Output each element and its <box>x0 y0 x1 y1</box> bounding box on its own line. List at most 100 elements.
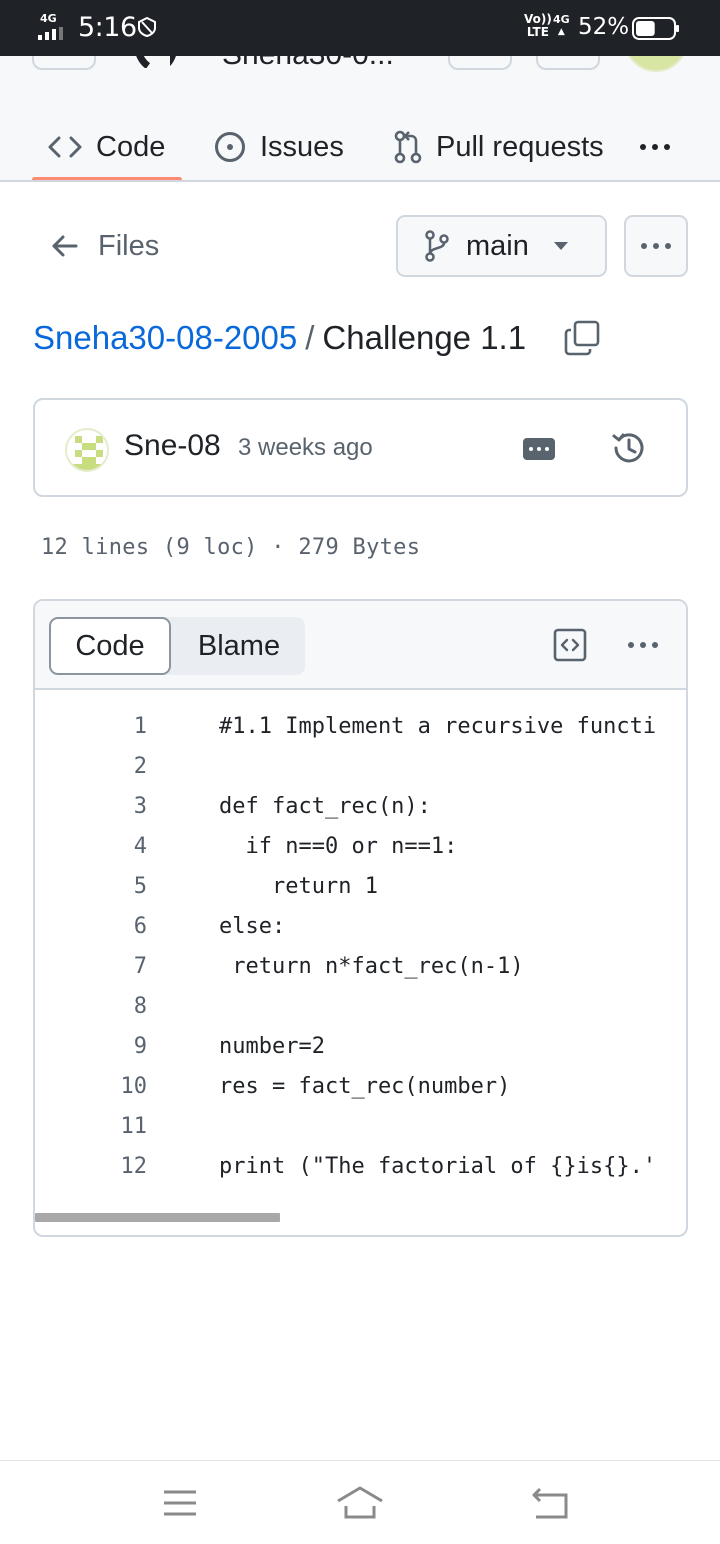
branch-name: main <box>466 229 529 262</box>
menu-button[interactable] <box>32 56 96 70</box>
search-button[interactable] <box>448 56 512 70</box>
more-dot <box>628 642 634 648</box>
commit-author[interactable]: Sne-08 <box>124 429 221 463</box>
code-viewer: Code Blame 1 #1.1 Implement a recursive f… <box>33 599 688 1237</box>
signal-bars-icon <box>38 27 63 40</box>
code-view-button[interactable]: Code <box>49 617 171 675</box>
line-number[interactable]: 11 <box>35 1107 148 1147</box>
menu-icon[interactable] <box>156 1485 204 1521</box>
files-label: Files <box>98 229 160 262</box>
git-pull-request-icon <box>394 130 422 164</box>
line-number[interactable]: 9 <box>35 1027 147 1067</box>
battery-fill <box>636 21 655 36</box>
repo-name[interactable]: Sneha30-0... <box>222 56 394 72</box>
file-code-icon[interactable] <box>553 628 587 662</box>
line-number[interactable]: 1 <box>35 707 147 747</box>
code-line: 10 res = fact_rec(number) <box>35 1067 686 1107</box>
data-indicator: 4G ▲ <box>553 13 570 39</box>
commit-message-toggle[interactable] <box>523 438 555 460</box>
line-number[interactable]: 3 <box>35 787 147 827</box>
tab-code-label: Code <box>96 130 166 163</box>
code-line: 11 <box>35 1107 686 1147</box>
system-navigation-bar <box>0 1460 720 1544</box>
home-icon[interactable] <box>336 1485 384 1521</box>
line-content: print ("The factorial of {}is{}.' <box>219 1154 657 1179</box>
more-dot <box>664 144 670 150</box>
more-dot <box>640 642 646 648</box>
network-indicator: 4G <box>38 12 72 40</box>
data-arrows-icon: ▲ <box>557 27 565 37</box>
data-4g-label: 4G <box>553 13 570 26</box>
horizontal-scrollbar[interactable] <box>35 1213 280 1222</box>
breadcrumb-owner-link[interactable]: Sneha30-08-2005 <box>33 319 297 357</box>
status-bar: 4G 5:16 Vo)) LTE 4G ▲ 52% <box>0 0 720 56</box>
volte-bottom-label: LTE <box>526 25 549 39</box>
code-line: 2 <box>35 747 686 787</box>
line-content: number=2 <box>219 1034 325 1059</box>
ellipsis-dot <box>529 447 533 451</box>
line-number[interactable]: 4 <box>35 827 147 867</box>
copy-icon[interactable] <box>564 320 600 356</box>
line-number[interactable]: 8 <box>35 987 147 1027</box>
breadcrumb: Sneha30-08-2005 / Challenge 1.1 <box>33 316 526 360</box>
more-dot <box>653 243 659 249</box>
notifications-button[interactable] <box>536 56 600 70</box>
git-branch-icon <box>425 230 449 262</box>
more-dot <box>652 144 658 150</box>
files-back-link[interactable]: Files <box>50 226 159 266</box>
tab-issues[interactable]: Issues <box>214 112 344 182</box>
battery-percent: 52% <box>578 14 630 40</box>
branch-selector[interactable]: main <box>396 215 607 277</box>
line-number[interactable]: 7 <box>35 947 147 987</box>
breadcrumb-separator: / <box>305 319 315 356</box>
line-number[interactable]: 2 <box>35 747 147 787</box>
code-more-options-button[interactable] <box>623 627 663 663</box>
tab-issues-label: Issues <box>260 130 344 163</box>
blame-view-button[interactable]: Blame <box>173 617 305 675</box>
line-number[interactable]: 5 <box>35 867 147 907</box>
tab-pull-requests[interactable]: Pull requests <box>394 112 604 182</box>
github-logo-icon[interactable] <box>128 56 190 68</box>
code-line: 12 print ("The factorial of {}is{}.' <box>35 1147 686 1187</box>
volte-indicator: Vo)) LTE <box>524 13 552 39</box>
code-line: 1 #1.1 Implement a recursive functi <box>35 707 686 747</box>
line-content: if n==0 or n==1: <box>219 834 458 859</box>
network-label: 4G <box>40 12 57 25</box>
breadcrumb-file-name: Challenge 1.1 <box>322 319 527 356</box>
tab-code[interactable]: Code <box>48 112 165 182</box>
identicon-icon <box>71 436 107 470</box>
line-number[interactable]: 12 <box>35 1147 148 1187</box>
commit-time: 3 weeks ago <box>238 434 373 461</box>
line-number[interactable]: 10 <box>35 1067 148 1107</box>
code-toolbar: Code Blame <box>35 601 686 690</box>
issue-opened-icon <box>215 132 245 162</box>
code-line: 7 return n*fact_rec(n-1) <box>35 947 686 987</box>
code-line: 9 number=2 <box>35 1027 686 1067</box>
code-line: 3 def fact_rec(n): <box>35 787 686 827</box>
header-divider <box>0 180 720 182</box>
code-line: 4 if n==0 or n==1: <box>35 827 686 867</box>
triangle-down-icon <box>553 242 568 250</box>
code-icon <box>48 136 82 158</box>
line-content: res = fact_rec(number) <box>219 1074 511 1099</box>
file-stats: 12 lines (9 loc) · 279 Bytes <box>41 535 421 560</box>
code-line: 8 <box>35 987 686 1027</box>
line-content: def fact_rec(n): <box>219 794 431 819</box>
more-dot <box>665 243 671 249</box>
line-content: return n*fact_rec(n-1) <box>219 954 524 979</box>
more-dot <box>640 144 646 150</box>
author-avatar[interactable] <box>65 428 109 472</box>
tab-pull-requests-label: Pull requests <box>436 130 604 163</box>
code-lines: 1 #1.1 Implement a recursive functi 2 3 de… <box>35 707 686 1187</box>
line-number[interactable]: 6 <box>35 907 147 947</box>
view-mode-toggle: Code Blame <box>49 617 305 675</box>
tabs-more-button[interactable] <box>640 112 670 182</box>
arrow-left-icon <box>52 235 78 257</box>
back-icon[interactable] <box>526 1485 574 1521</box>
line-content: return 1 <box>219 874 378 899</box>
more-dot <box>641 243 647 249</box>
history-icon[interactable] <box>611 430 647 466</box>
user-avatar[interactable] <box>624 56 688 72</box>
file-options-button[interactable] <box>624 215 688 277</box>
ellipsis-dot <box>545 447 549 451</box>
